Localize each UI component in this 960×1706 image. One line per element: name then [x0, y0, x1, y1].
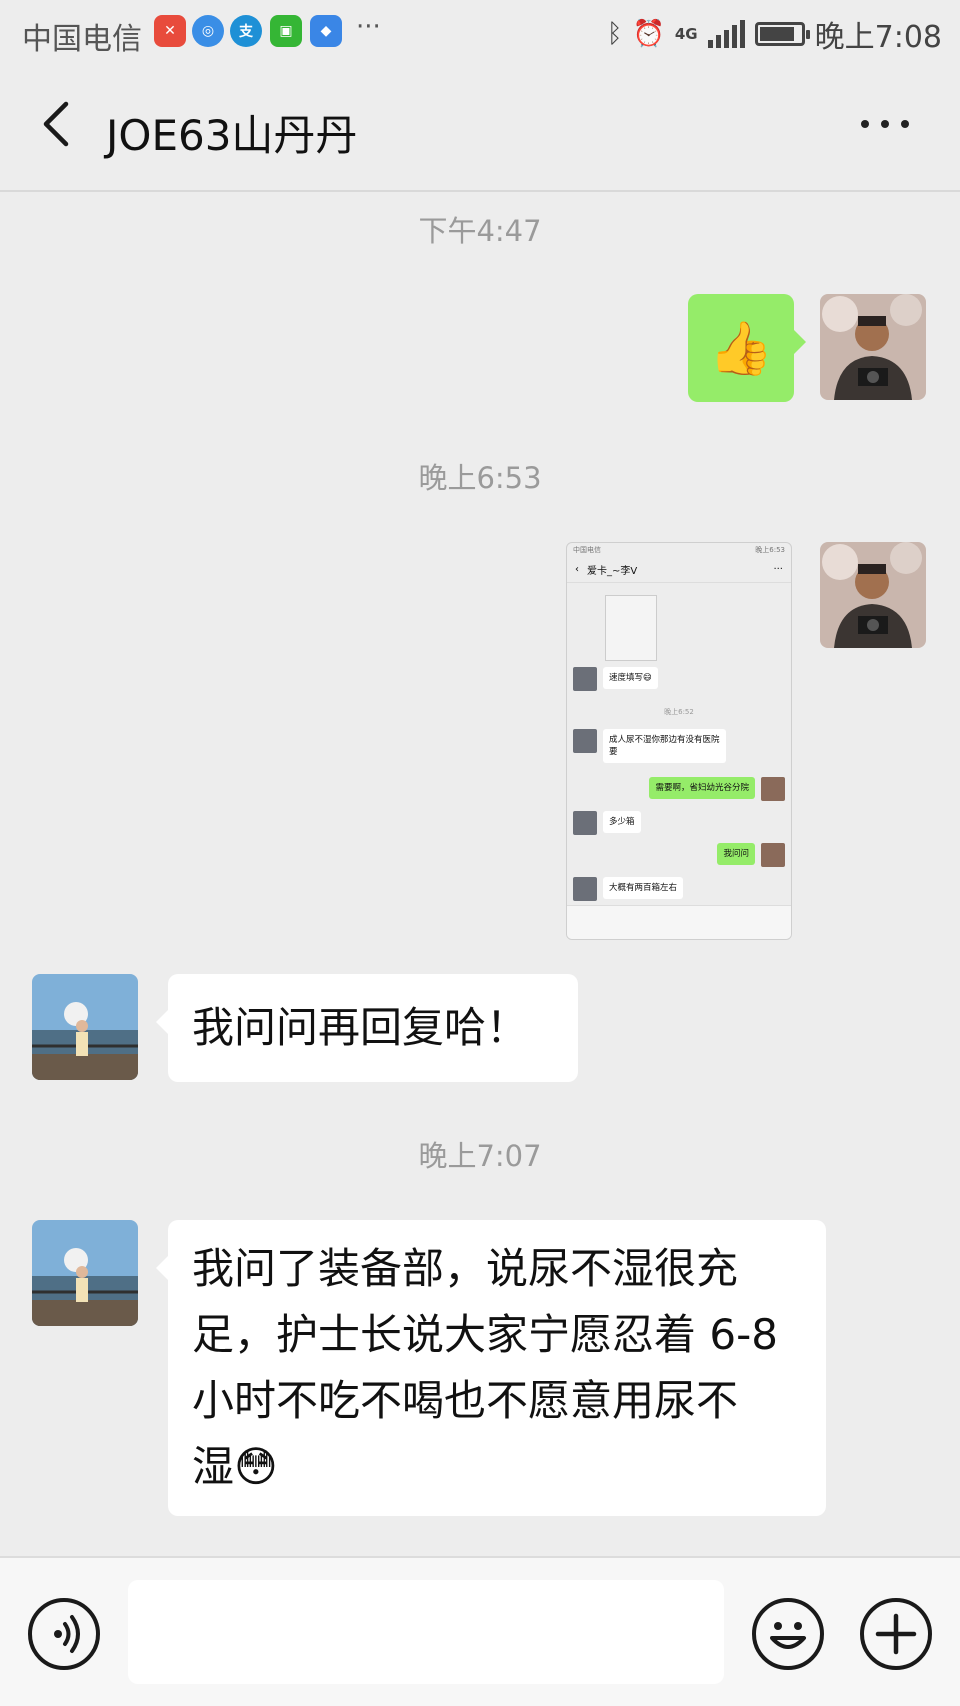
message-text: 我问问再回复哈！: [192, 1003, 529, 1052]
message-line: 湿😳: [192, 1442, 278, 1491]
iqiyi-app-icon: ▣: [270, 15, 302, 47]
timestamp: 晚上6:53: [418, 461, 542, 495]
status-time: 晚上7:08: [814, 20, 942, 55]
message-input[interactable]: [128, 1580, 724, 1684]
bluetooth-icon: ᛒ: [606, 19, 623, 49]
more-button[interactable]: [850, 94, 920, 154]
status-bar: 中国电信 ✕ ◎ 支 ▣ ◆ ··· ᛒ ⏰ 4G 晚上7:08: [0, 0, 960, 66]
received-message-bubble[interactable]: 我问问再回复哈！: [156, 974, 578, 1082]
more-dots-icon: [861, 120, 869, 128]
signal-icon: [707, 20, 745, 48]
plus-icon: [875, 1613, 917, 1655]
image-message[interactable]: 中国电信 晚上6:53 ‹ 爱卡_~李V ··· 速度填写😄 晚上6:52 成人尿不湿…: [566, 542, 792, 940]
input-bar: [0, 1556, 960, 1706]
message-line: 小时不吃不喝也不愿意用尿不: [192, 1376, 739, 1425]
message-line: 足，护士长说大家宁愿忍着 6-8: [192, 1310, 778, 1359]
mini-input-bar: [567, 905, 791, 939]
mini-status-bar: 中国电信 晚上6:53: [573, 546, 785, 554]
more-actions-button[interactable]: [860, 1598, 932, 1670]
back-button[interactable]: [30, 94, 90, 154]
chat-title: JOE63山丹丹: [106, 111, 358, 160]
battery-icon: [754, 22, 810, 46]
network-type: 4G: [674, 25, 698, 43]
news-app-icon: ✕: [154, 15, 186, 47]
flushed-emoji: 😳: [234, 1442, 278, 1491]
alarm-icon: ⏰: [632, 19, 665, 49]
timestamp: 下午4:47: [418, 214, 542, 248]
timestamp: 晚上7:07: [418, 1139, 542, 1173]
chevron-left-icon: [43, 101, 69, 147]
contact-avatar[interactable]: [32, 974, 138, 1080]
sent-message-bubble[interactable]: 👍: [688, 294, 806, 402]
emoji-button[interactable]: [752, 1598, 824, 1670]
more-notifications-icon: ···: [356, 12, 381, 42]
thumbs-up-emoji: 👍: [708, 318, 774, 379]
chat-header: JOE63山丹丹: [0, 66, 960, 192]
mini-header: ‹ 爱卡_~李V ···: [567, 557, 791, 583]
my-avatar[interactable]: [820, 542, 926, 648]
voice-button[interactable]: [28, 1598, 100, 1670]
emoji-icon: [770, 1622, 806, 1649]
alipay-app-icon: 支: [230, 15, 262, 47]
message-line: 我问了装备部，说尿不湿很充: [192, 1244, 739, 1293]
received-message-bubble[interactable]: 我问了装备部，说尿不湿很充 足，护士长说大家宁愿忍着 6-8 小时不吃不喝也不愿…: [156, 1220, 826, 1516]
mini-keyboard-image: [605, 595, 657, 661]
browser-app-icon: ◎: [192, 15, 224, 47]
my-avatar[interactable]: [820, 294, 926, 400]
voice-icon: [54, 1615, 80, 1653]
contact-avatar[interactable]: [32, 1220, 138, 1326]
shield-app-icon: ◆: [310, 15, 342, 47]
carrier-name: 中国电信: [22, 22, 142, 57]
